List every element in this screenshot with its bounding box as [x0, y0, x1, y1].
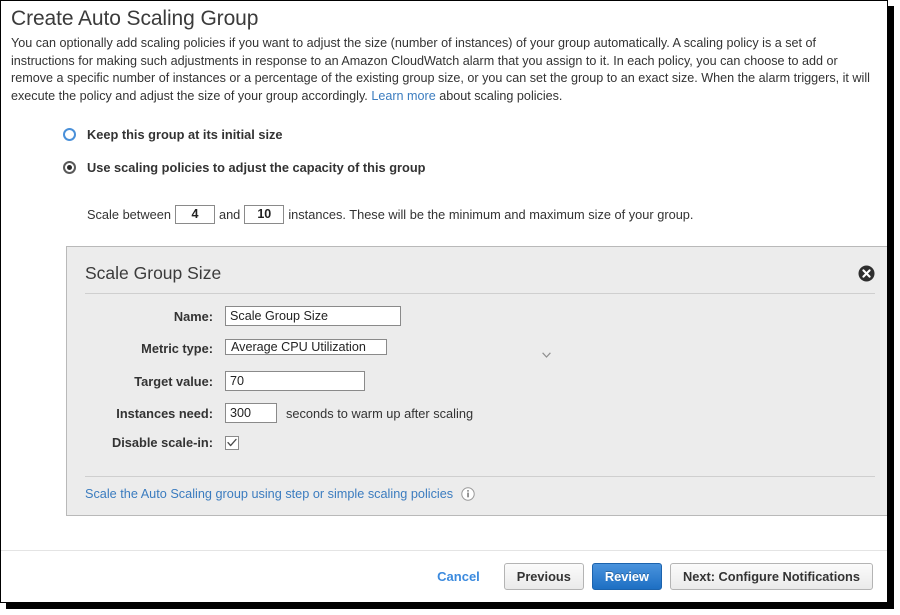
policy-panel-footer: Scale the Auto Scaling group using step …	[85, 476, 875, 501]
dialog-footer: Cancel Previous Review Next: Configure N…	[1, 550, 887, 602]
scale-range-suffix: instances. These will be the minimum and…	[288, 207, 693, 222]
scale-range-prefix: Scale between	[87, 207, 171, 222]
field-row-metric-type: Metric type: Average CPU Utilization	[85, 338, 875, 359]
target-value-label: Target value:	[85, 374, 225, 389]
metric-type-select-wrapper: Average CPU Utilization	[225, 338, 557, 359]
scale-range-middle: and	[219, 207, 240, 222]
target-value-input[interactable]	[225, 371, 365, 391]
page-description-text-2: about scaling policies.	[436, 89, 563, 103]
warmup-seconds-input[interactable]	[225, 403, 277, 423]
learn-more-link[interactable]: Learn more	[371, 89, 435, 103]
field-row-disable-scale-in: Disable scale-in:	[85, 435, 875, 450]
page-title: Create Auto Scaling Group	[11, 7, 875, 31]
next-configure-notifications-button[interactable]: Next: Configure Notifications	[670, 563, 873, 590]
option-keep-initial-size-label[interactable]: Keep this group at its initial size	[87, 127, 283, 142]
instances-need-label: Instances need:	[85, 406, 225, 421]
scale-range-row: Scale between and instances. These will …	[11, 205, 875, 224]
disable-scale-in-label: Disable scale-in:	[85, 435, 225, 450]
cancel-button[interactable]: Cancel	[437, 569, 480, 584]
radio-unselected-icon[interactable]	[63, 128, 76, 141]
max-size-input[interactable]	[244, 205, 284, 224]
min-size-input[interactable]	[175, 205, 215, 224]
review-button[interactable]: Review	[592, 563, 662, 590]
dialog-window: Create Auto Scaling Group You can option…	[0, 0, 888, 603]
previous-button[interactable]: Previous	[504, 563, 584, 590]
info-circle-icon[interactable]	[461, 487, 475, 501]
option-keep-initial-size[interactable]: Keep this group at its initial size	[63, 127, 875, 142]
warmup-suffix-label: seconds to warm up after scaling	[286, 406, 473, 421]
field-row-target-value: Target value:	[85, 371, 875, 391]
metric-type-select[interactable]: Average CPU Utilization	[225, 339, 387, 355]
step-scaling-policies-link[interactable]: Scale the Auto Scaling group using step …	[85, 487, 453, 501]
field-row-warmup: Instances need: seconds to warm up after…	[85, 403, 875, 423]
scaling-options-group: Keep this group at its initial size Use …	[11, 127, 875, 175]
policy-panel-header: Scale Group Size	[85, 263, 875, 294]
policy-name-input[interactable]	[225, 306, 401, 326]
field-row-name: Name:	[85, 306, 875, 326]
page-body: Create Auto Scaling Group You can option…	[1, 1, 887, 602]
checkbox-checked-icon[interactable]	[225, 436, 239, 450]
option-use-scaling-policies[interactable]: Use scaling policies to adjust the capac…	[63, 160, 875, 175]
scaling-policy-panel: Scale Group Size Name: Metric type: Aver…	[66, 246, 888, 516]
radio-selected-icon[interactable]	[63, 161, 76, 174]
policy-panel-title: Scale Group Size	[85, 263, 221, 284]
name-label: Name:	[85, 309, 225, 324]
chevron-down-icon	[542, 345, 551, 351]
metric-type-label: Metric type:	[85, 341, 225, 356]
option-use-scaling-policies-label[interactable]: Use scaling policies to adjust the capac…	[87, 160, 425, 175]
page-description: You can optionally add scaling policies …	[11, 35, 873, 105]
close-circle-icon[interactable]	[858, 265, 875, 282]
